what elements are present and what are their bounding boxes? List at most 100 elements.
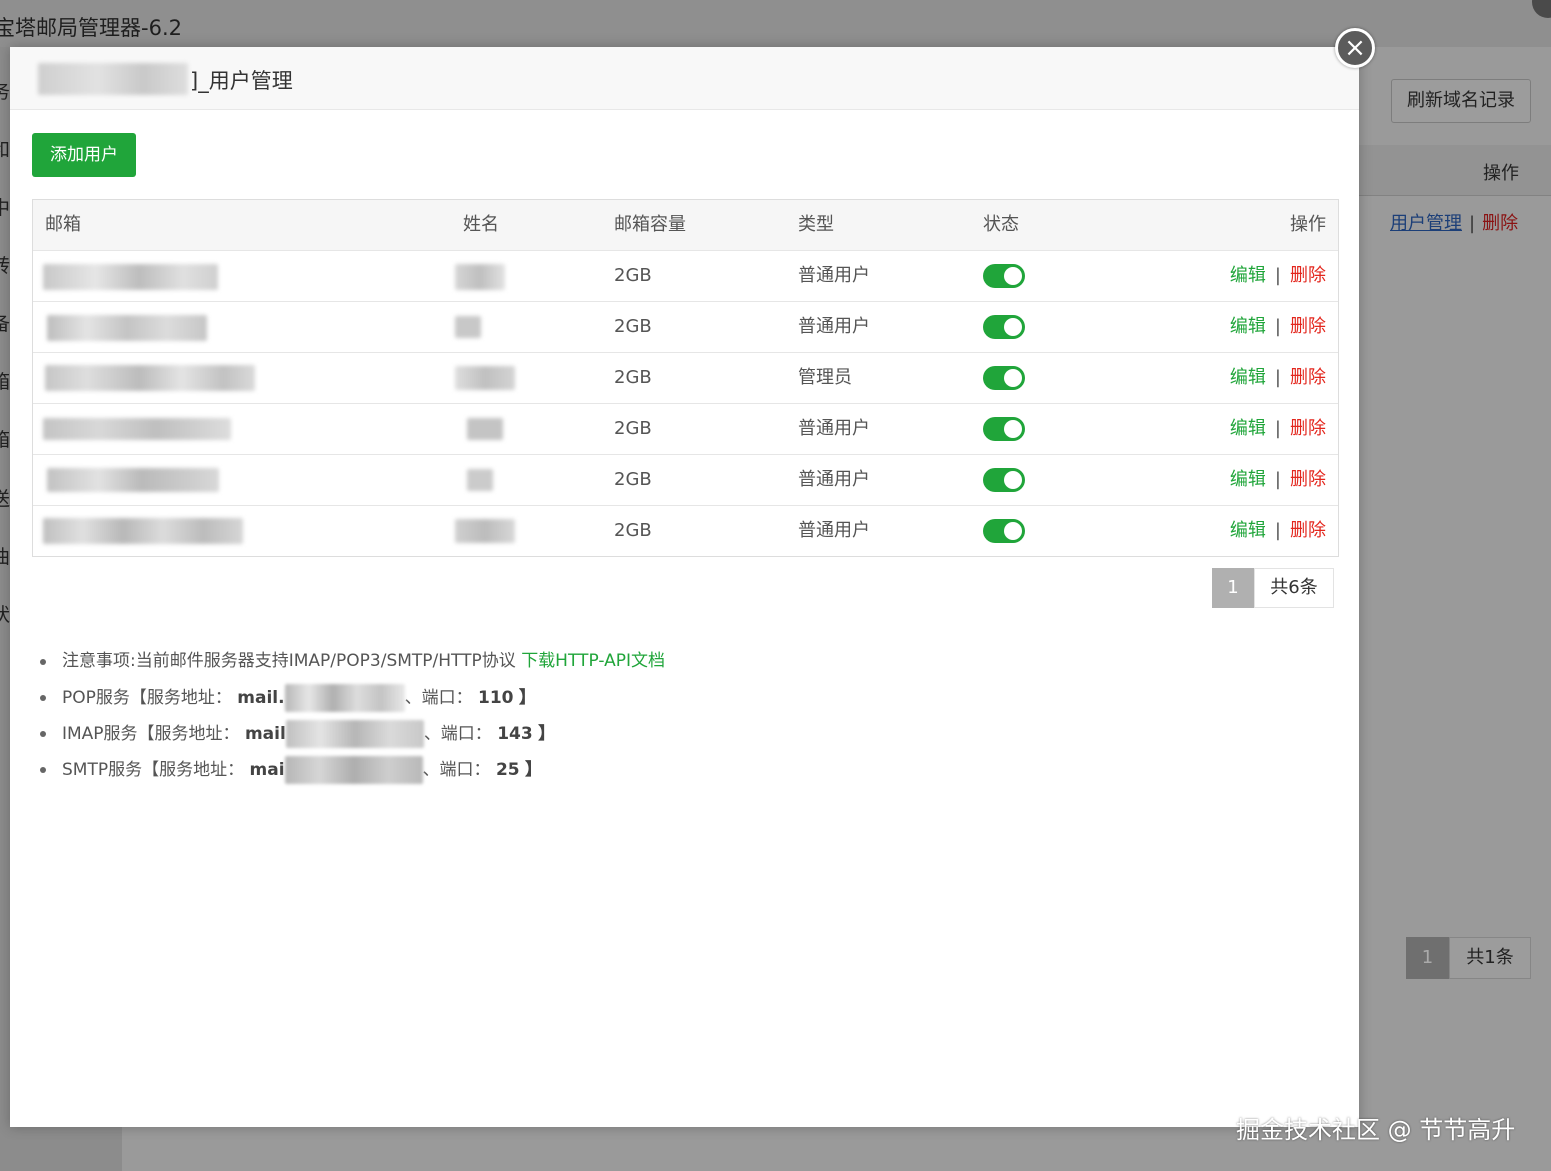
edit-link[interactable]: 编辑 [1230, 469, 1266, 490]
smtp-port-label: 、端口： [422, 760, 491, 780]
user-type: 普通用户 [798, 316, 870, 337]
sidebar-item: 务 [0, 81, 11, 103]
page-current[interactable]: 1 [1212, 568, 1254, 608]
status-toggle[interactable] [983, 417, 1025, 441]
table-header-row: 邮箱 姓名 邮箱容量 类型 状态 操作 [33, 200, 1338, 251]
sidebar-item: 状 [0, 604, 11, 626]
user-table-pager: 1 共6条 [1212, 568, 1334, 608]
mailbox-capacity: 2GB [614, 316, 652, 337]
separator: | [1274, 418, 1281, 439]
row-actions: 编辑 | 删除 [1230, 302, 1326, 352]
user-type: 普通用户 [798, 265, 870, 286]
domain-delete-link: 删除 [1482, 213, 1519, 234]
mailbox-capacity: 2GB [614, 367, 652, 388]
delete-link[interactable]: 删除 [1290, 265, 1326, 286]
imap-host: mail [244, 724, 286, 744]
row-actions: 编辑 | 删除 [1230, 353, 1326, 403]
pop-host: mail. [237, 688, 285, 708]
redacted-email [43, 264, 218, 290]
note-item: 注意事项:当前邮件服务器支持IMAP/POP3/SMTP/HTTP协议 下载HT… [40, 648, 665, 684]
edit-link[interactable]: 编辑 [1230, 367, 1266, 388]
redacted-name [455, 264, 505, 290]
notice-text: 注意事项:当前邮件服务器支持IMAP/POP3/SMTP/HTTP协议 [62, 651, 522, 671]
delete-link[interactable]: 删除 [1290, 418, 1326, 439]
user-manage-link: 用户管理 [1390, 213, 1462, 234]
mailbox-capacity: 2GB [614, 520, 652, 541]
pop-close: 】 [518, 688, 536, 708]
redacted-email [43, 418, 231, 440]
table-row: 2GB 普通用户 编辑 | 删除 [33, 506, 1338, 556]
status-toggle[interactable] [983, 519, 1025, 543]
table-row: 2GB 普通用户 编辑 | 删除 [33, 455, 1338, 506]
note-item: POP服务【服务地址： mail. 、端口： 110 】 [40, 684, 665, 720]
background-table-header: 操作 [1358, 145, 1551, 196]
background-op-header: 操作 [1483, 163, 1519, 184]
delete-link[interactable]: 删除 [1290, 316, 1326, 337]
service-notes: 注意事项:当前邮件服务器支持IMAP/POP3/SMTP/HTTP协议 下载HT… [40, 648, 665, 792]
note-item: SMTP服务【服务地址： mai 、端口： 25 】 [40, 756, 665, 792]
column-header-capacity: 邮箱容量 [614, 214, 686, 235]
column-header-name: 姓名 [463, 214, 499, 235]
edit-link[interactable]: 编辑 [1230, 265, 1266, 286]
sidebar-item: 转 [0, 255, 11, 277]
delete-link[interactable]: 删除 [1290, 367, 1326, 388]
status-toggle[interactable] [983, 315, 1025, 339]
watermark: 掘金技术社区 @ 节节高升 [1236, 1116, 1516, 1144]
sidebar-item: 箱 [0, 371, 11, 393]
redacted-host [285, 720, 424, 748]
sidebar-item: 送 [0, 488, 11, 510]
separator: | [1274, 520, 1281, 541]
column-header-type: 类型 [798, 214, 834, 235]
edit-link[interactable]: 编辑 [1230, 418, 1266, 439]
separator: | [1274, 316, 1281, 337]
edit-link[interactable]: 编辑 [1230, 520, 1266, 541]
app-title: 宝塔邮局管理器-6.2 [0, 16, 182, 40]
smtp-close: 】 [525, 760, 543, 780]
user-type: 普通用户 [798, 469, 870, 490]
pop-port: 110 [478, 688, 514, 708]
background-pager: 1 共1条 [1406, 937, 1531, 979]
mailbox-capacity: 2GB [614, 418, 652, 439]
redacted-email [47, 468, 219, 492]
column-header-op: 操作 [1290, 214, 1326, 235]
delete-link[interactable]: 删除 [1290, 469, 1326, 490]
pop-port-label: 、端口： [404, 688, 473, 708]
row-actions: 编辑 | 删除 [1230, 506, 1326, 556]
close-icon[interactable]: × [1335, 28, 1375, 68]
imap-close: 】 [538, 724, 556, 744]
redacted-name [467, 418, 503, 440]
column-header-status: 状态 [983, 214, 1019, 235]
delete-link[interactable]: 删除 [1290, 520, 1326, 541]
user-table: 邮箱 姓名 邮箱容量 类型 状态 操作 2GB 普通用户 编辑 | 删除 2GB 普… [32, 199, 1339, 557]
download-api-doc-link[interactable]: 下载HTTP-API文档 [521, 651, 665, 671]
row-actions: 编辑 | 删除 [1230, 251, 1326, 301]
add-user-button[interactable]: 添加用户 [32, 133, 136, 177]
page-total: 共6条 [1254, 568, 1334, 608]
separator: | [1274, 469, 1281, 490]
redacted-email [45, 365, 255, 391]
status-toggle[interactable] [983, 264, 1025, 288]
modal-header: ]_用户管理 [10, 47, 1359, 110]
separator: | [1274, 367, 1281, 388]
background-page-total: 共1条 [1449, 937, 1531, 979]
imap-label: IMAP服务【服务地址： [62, 724, 240, 744]
pop-label: POP服务【服务地址： [62, 688, 232, 708]
row-actions: 编辑 | 删除 [1230, 455, 1326, 505]
redacted-host [284, 756, 423, 784]
sidebar-item: 箱 [0, 429, 11, 451]
edit-link[interactable]: 编辑 [1230, 316, 1266, 337]
mailbox-capacity: 2GB [614, 265, 652, 286]
user-type: 管理员 [798, 367, 852, 388]
user-management-modal: ]_用户管理 添加用户 邮箱 姓名 邮箱容量 类型 状态 操作 2GB 普通用户… [10, 47, 1359, 1127]
status-toggle[interactable] [983, 366, 1025, 390]
redacted-name [455, 519, 515, 543]
table-row: 2GB 普通用户 编辑 | 删除 [33, 404, 1338, 455]
redacted-name [455, 366, 515, 390]
separator: | [1469, 213, 1476, 234]
redacted-host [284, 684, 405, 712]
redacted-name [455, 316, 481, 338]
app-titlebar: 宝塔邮局管理器-6.2 [0, 0, 1551, 47]
column-header-email: 邮箱 [45, 214, 81, 235]
status-toggle[interactable] [983, 468, 1025, 492]
redacted-email [47, 315, 207, 341]
